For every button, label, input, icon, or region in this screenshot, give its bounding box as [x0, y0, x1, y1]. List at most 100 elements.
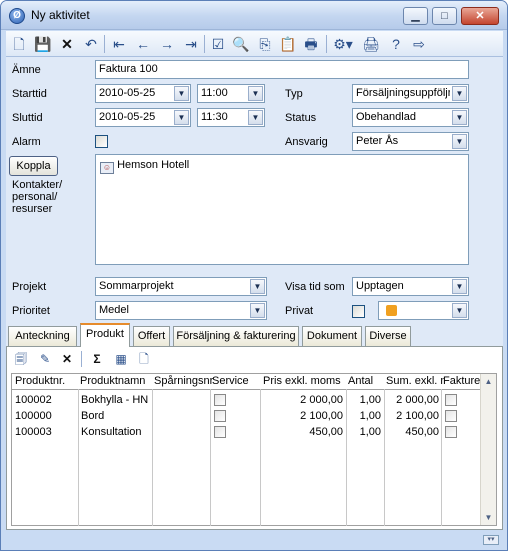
delete-product-icon[interactable]: ✕ [59, 351, 75, 367]
previous-record-icon[interactable]: ← [134, 35, 152, 53]
invoice-checkbox[interactable] [445, 426, 457, 438]
print-icon[interactable]: 🖨 [362, 35, 380, 53]
invoice-checkbox[interactable] [445, 410, 457, 422]
quantity: 1,00 [359, 410, 381, 422]
vertical-scrollbar[interactable]: ▲ ▼ [480, 374, 496, 525]
product-panel: 🗐 ✎ ✕ Σ ▦ 🗋 Produktnr. Produktnamn Spårn… [6, 346, 503, 530]
responsible-combo[interactable]: Peter Ås ▼ [352, 132, 469, 151]
start-time-combo[interactable]: 11:00 ▼ [197, 84, 265, 103]
product-number: 100002 [15, 394, 52, 406]
project-combo[interactable]: Sommarprojekt ▼ [95, 277, 267, 296]
minimize-icon: ▁ [411, 10, 420, 22]
toolbar-separator [81, 351, 82, 367]
new-document-icon[interactable]: 🗋 [10, 35, 28, 53]
resize-grip-icon[interactable]: ▾▾ [483, 535, 499, 545]
chevron-down-icon[interactable]: ▼ [250, 303, 265, 318]
table-row[interactable]: 100000 Bord 2 100,00 1,00 2 100,00 [12, 408, 481, 424]
service-checkbox[interactable] [214, 394, 226, 406]
last-record-icon[interactable]: ⇥ [182, 35, 200, 53]
chevron-down-icon[interactable]: ▼ [452, 86, 467, 101]
price: 2 000,00 [300, 394, 343, 406]
tab-strip: Anteckning Produkt Offert Försäljning & … [6, 322, 503, 347]
column-header[interactable]: Fakture [443, 374, 481, 389]
close-button[interactable]: ✕ [461, 7, 499, 25]
print-preview-icon[interactable]: 🖶 [302, 35, 320, 53]
table-row[interactable]: 100003 Konsultation 450,00 1,00 450,00 [12, 424, 481, 440]
chevron-down-icon[interactable]: ▼ [452, 279, 467, 294]
service-checkbox[interactable] [214, 426, 226, 438]
tab-offert[interactable]: Offert [133, 326, 170, 346]
column-header[interactable]: Spårningsnr. [154, 374, 214, 389]
end-date-combo[interactable]: 2010-05-25 ▼ [95, 108, 191, 127]
status-combo[interactable]: Obehandlad ▼ [352, 108, 469, 127]
checkmark-icon[interactable]: ☑ [209, 35, 227, 53]
first-record-icon[interactable]: ⇤ [110, 35, 128, 53]
edit-product-icon[interactable]: ✎ [37, 351, 53, 367]
end-time-combo[interactable]: 11:30 ▼ [197, 108, 265, 127]
project-value: Sommarprojekt [99, 280, 174, 292]
tab-diverse[interactable]: Diverse [365, 326, 411, 346]
tab-forsaljning[interactable]: Försäljning & fakturering [173, 326, 299, 346]
chevron-down-icon[interactable]: ▼ [174, 110, 189, 125]
contacts-list[interactable]: ☺ Hemson Hotell [95, 154, 469, 265]
minimize-button[interactable]: ▁ [403, 7, 428, 25]
column-header[interactable]: Produktnr. [15, 374, 77, 389]
priority-combo[interactable]: Medel ▼ [95, 301, 267, 320]
undo-icon[interactable]: ↶ [82, 35, 100, 53]
priority-label: Prioritet [12, 305, 50, 317]
properties-dropdown-icon[interactable]: ⚙▾ [331, 35, 355, 53]
list-item[interactable]: ☺ Hemson Hotell [100, 158, 189, 174]
alarm-checkbox[interactable] [95, 135, 108, 148]
scroll-up-icon[interactable]: ▲ [481, 374, 496, 389]
type-combo[interactable]: Försäljningsuppföljni ▼ [352, 84, 469, 103]
title-bar[interactable]: Ø Ny aktivitet ▁ □ ✕ [1, 1, 507, 30]
start-date-combo[interactable]: 2010-05-25 ▼ [95, 84, 191, 103]
column-header[interactable]: Sum. exkl. m [386, 374, 444, 389]
toolbar-separator [204, 35, 205, 53]
tab-dokument[interactable]: Dokument [302, 326, 362, 346]
subject-input[interactable]: Faktura 100 [95, 60, 469, 79]
product-catalog-icon[interactable]: ▦ [113, 351, 129, 367]
service-checkbox[interactable] [214, 410, 226, 422]
type-label: Typ [285, 88, 303, 100]
next-record-icon[interactable]: → [158, 35, 176, 53]
help-icon[interactable]: ? [387, 35, 405, 53]
contacts-label: Kontakter/ personal/ resurser [12, 179, 63, 215]
tab-anteckning[interactable]: Anteckning [8, 326, 77, 346]
save-icon[interactable]: 💾 [34, 35, 52, 53]
end-time-label: Sluttid [12, 112, 43, 124]
preview-icon[interactable]: 🔍 [232, 35, 250, 53]
chevron-down-icon[interactable]: ▼ [452, 134, 467, 149]
chevron-down-icon[interactable]: ▼ [452, 303, 467, 318]
product-document-icon[interactable]: 🗋 [136, 351, 152, 367]
column-header[interactable]: Pris exkl. moms [263, 374, 343, 389]
app-icon: Ø [9, 8, 25, 24]
color-combo[interactable]: ▼ [378, 301, 469, 320]
column-header[interactable]: Service [212, 374, 256, 389]
maximize-button[interactable]: □ [432, 7, 457, 25]
private-checkbox[interactable] [352, 305, 365, 318]
scroll-down-icon[interactable]: ▼ [481, 510, 496, 525]
column-header[interactable]: Antal [348, 374, 380, 389]
activity-form: Ämne Faktura 100 Starttid 2010-05-25 ▼ 1… [6, 57, 503, 322]
chevron-down-icon[interactable]: ▼ [248, 86, 263, 101]
chevron-down-icon[interactable]: ▼ [174, 86, 189, 101]
chevron-down-icon[interactable]: ▼ [250, 279, 265, 294]
sum-icon[interactable]: Σ [89, 351, 105, 367]
column-header[interactable]: Produktnamn [80, 374, 154, 389]
table-row[interactable]: 100002 Bokhylla - HN 2 000,00 1,00 2 000… [12, 392, 481, 408]
toolbar-separator [326, 35, 327, 53]
tab-produkt[interactable]: Produkt [80, 323, 130, 347]
window-title: Ny aktivitet [31, 8, 90, 22]
link-button[interactable]: Koppla [9, 156, 58, 176]
exit-icon[interactable]: ⇨ [410, 35, 428, 53]
show-time-as-combo[interactable]: Upptagen ▼ [352, 277, 469, 296]
copy-icon[interactable]: ⎘ [256, 35, 274, 53]
header-divider [12, 389, 481, 390]
copy-special-icon[interactable]: 📋 [279, 35, 297, 53]
chevron-down-icon[interactable]: ▼ [452, 110, 467, 125]
delete-icon[interactable]: ✕ [58, 35, 76, 53]
add-product-icon[interactable]: 🗐 [13, 351, 29, 367]
invoice-checkbox[interactable] [445, 394, 457, 406]
chevron-down-icon[interactable]: ▼ [248, 110, 263, 125]
